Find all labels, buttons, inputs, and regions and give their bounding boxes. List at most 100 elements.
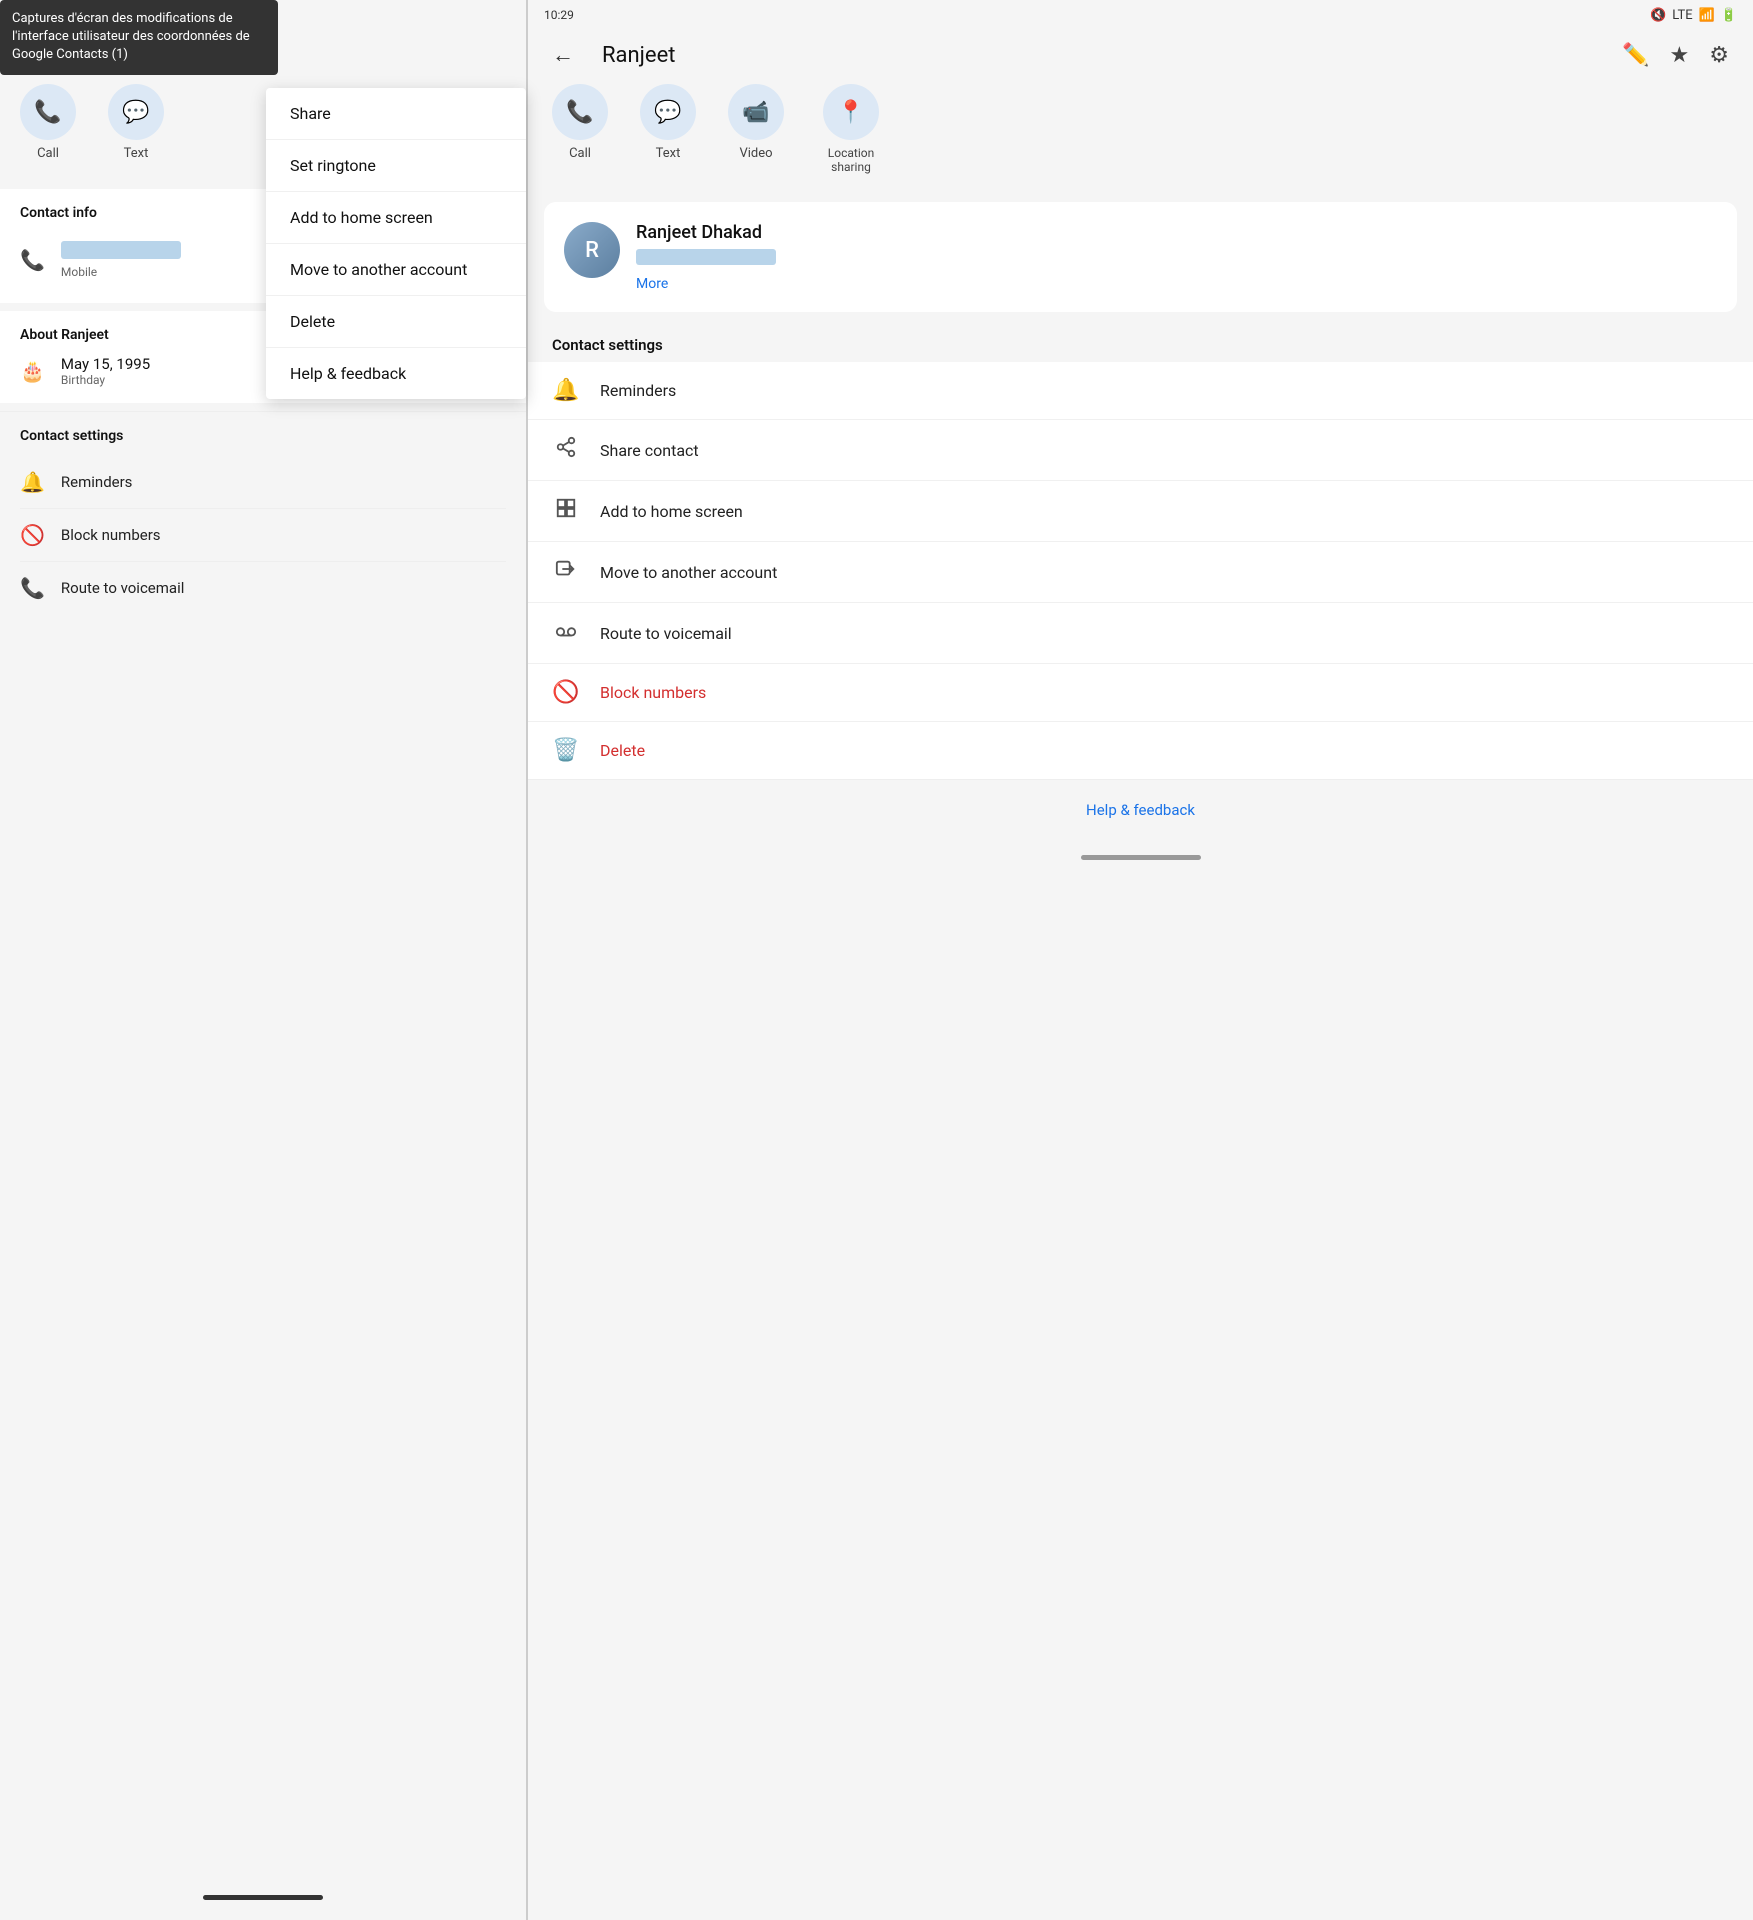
birthday-icon: 🎂 bbox=[20, 359, 45, 383]
nav-pill-left bbox=[203, 1895, 323, 1900]
left-panel: Captures d'écran des modifications de l'… bbox=[0, 0, 526, 1920]
edit-icon-right[interactable]: ✏️ bbox=[1622, 43, 1649, 68]
nav-bar-left bbox=[0, 1895, 526, 1900]
contact-header-right: ← Ranjeet ✏️ ★ ⚙ bbox=[528, 30, 1753, 84]
lte-label: LTE bbox=[1672, 8, 1692, 23]
call-button-left[interactable]: 📞 Call bbox=[20, 84, 76, 161]
tooltip-banner: Captures d'écran des modifications de l'… bbox=[0, 0, 278, 75]
contact-card-info: Ranjeet Dhakad More bbox=[636, 222, 1717, 292]
text-button-left[interactable]: 💬 Text bbox=[108, 84, 164, 161]
add-home-label-right: Add to home screen bbox=[600, 502, 743, 521]
help-feedback-link[interactable]: Help & feedback bbox=[1086, 801, 1195, 819]
header-left-right: ← Ranjeet bbox=[552, 42, 675, 68]
action-buttons-right: 📞 Call 💬 Text 📹 Video 📍 Location sharing bbox=[528, 84, 1753, 194]
signal-icon: 📶 bbox=[1699, 8, 1715, 23]
dropdown-menu: Share Set ringtone Add to home screen Mo… bbox=[266, 88, 526, 399]
status-time-right: 10:29 bbox=[544, 8, 574, 22]
status-icons-right: 🔇 LTE 📶 🔋 bbox=[1650, 8, 1737, 23]
settings-list-right: 🔔 Reminders Share contact Add to home sc… bbox=[528, 362, 1753, 779]
location-button-right[interactable]: 📍 Location sharing bbox=[816, 84, 886, 174]
phone-content: Mobile bbox=[61, 241, 181, 279]
tooltip-text: Captures d'écran des modifications de l'… bbox=[12, 11, 250, 62]
move-account-label-right: Move to another account bbox=[600, 563, 777, 582]
birthday-label: Birthday bbox=[61, 373, 150, 387]
settings-delete-right[interactable]: 🗑️ Delete bbox=[528, 722, 1753, 779]
block-icon-left: 🚫 bbox=[20, 523, 45, 547]
call-label-right: Call bbox=[569, 146, 591, 161]
back-button-right[interactable]: ← bbox=[552, 42, 574, 68]
settings-reminders-right[interactable]: 🔔 Reminders bbox=[528, 362, 1753, 420]
location-label-right: Location sharing bbox=[816, 146, 886, 174]
video-label-right: Video bbox=[739, 146, 772, 161]
phone-icon: 📞 bbox=[20, 248, 45, 272]
block-label-left: Block numbers bbox=[61, 526, 161, 544]
dropdown-help[interactable]: Help & feedback bbox=[266, 348, 526, 399]
star-icon-right[interactable]: ★ bbox=[1670, 43, 1690, 68]
settings-reminders-left[interactable]: 🔔 Reminders bbox=[20, 456, 506, 508]
battery-icon: 🔋 bbox=[1721, 8, 1737, 23]
mute-icon: 🔇 bbox=[1650, 8, 1666, 23]
call-label-left: Call bbox=[37, 146, 59, 161]
call-button-right[interactable]: 📞 Call bbox=[552, 84, 608, 174]
reminders-label-right: Reminders bbox=[600, 381, 676, 400]
settings-move-account-right[interactable]: Move to another account bbox=[528, 542, 1753, 603]
share-label-right: Share contact bbox=[600, 441, 699, 460]
contact-card-right: R Ranjeet Dhakad More bbox=[544, 202, 1737, 312]
voicemail-icon-right bbox=[552, 619, 580, 647]
more-link[interactable]: More bbox=[636, 276, 668, 292]
video-icon-right: 📹 bbox=[728, 84, 784, 140]
voicemail-label-right: Route to voicemail bbox=[600, 624, 732, 643]
birthday-content: May 15, 1995 Birthday bbox=[61, 355, 150, 387]
text-icon-left: 💬 bbox=[108, 84, 164, 140]
settings-voicemail-left[interactable]: 📞 Route to voicemail bbox=[20, 562, 506, 614]
text-label-right: Text bbox=[656, 146, 681, 161]
birthday-date: May 15, 1995 bbox=[61, 355, 150, 373]
call-icon-right: 📞 bbox=[552, 84, 608, 140]
move-account-icon-right bbox=[552, 558, 580, 586]
reminders-label-left: Reminders bbox=[61, 473, 133, 491]
contact-name-right: Ranjeet bbox=[602, 43, 675, 68]
settings-add-home-right[interactable]: Add to home screen bbox=[528, 481, 1753, 542]
status-bar-right: 10:29 🔇 LTE 📶 🔋 bbox=[528, 0, 1753, 30]
avatar-initials: R bbox=[585, 238, 599, 263]
call-icon-left: 📞 bbox=[20, 84, 76, 140]
block-icon-right: 🚫 bbox=[552, 680, 580, 705]
location-icon-right: 📍 bbox=[823, 84, 879, 140]
dropdown-delete[interactable]: Delete bbox=[266, 296, 526, 348]
dropdown-add-home[interactable]: Add to home screen bbox=[266, 192, 526, 244]
voicemail-label-left: Route to voicemail bbox=[61, 579, 184, 597]
contact-phone-blurred bbox=[636, 249, 776, 265]
settings-share-right[interactable]: Share contact bbox=[528, 420, 1753, 481]
dropdown-move-account[interactable]: Move to another account bbox=[266, 244, 526, 296]
avatar-right: R bbox=[564, 222, 620, 278]
header-icons-right: ✏️ ★ ⚙ bbox=[1622, 43, 1729, 68]
phone-blurred bbox=[61, 241, 181, 259]
settings-section-left: Contact settings 🔔 Reminders 🚫 Block num… bbox=[0, 412, 526, 630]
text-button-right[interactable]: 💬 Text bbox=[640, 84, 696, 174]
help-feedback-section: Help & feedback bbox=[528, 779, 1753, 839]
share-icon-right bbox=[552, 436, 580, 464]
reminders-icon-right: 🔔 bbox=[552, 378, 580, 403]
avatar-inner-right: R bbox=[564, 222, 620, 278]
settings-title-left: Contact settings bbox=[20, 428, 506, 444]
dropdown-share[interactable]: Share bbox=[266, 88, 526, 140]
dropdown-set-ringtone[interactable]: Set ringtone bbox=[266, 140, 526, 192]
right-panel: 10:29 🔇 LTE 📶 🔋 ← Ranjeet ✏️ ★ ⚙ 📞 Call … bbox=[526, 0, 1753, 1920]
text-icon-right: 💬 bbox=[640, 84, 696, 140]
video-button-right[interactable]: 📹 Video bbox=[728, 84, 784, 174]
settings-voicemail-right[interactable]: Route to voicemail bbox=[528, 603, 1753, 664]
settings-block-right[interactable]: 🚫 Block numbers bbox=[528, 664, 1753, 722]
block-label-right: Block numbers bbox=[600, 683, 706, 702]
phone-label: Mobile bbox=[61, 265, 181, 279]
nav-pill-right bbox=[1081, 855, 1201, 860]
contact-settings-title-right: Contact settings bbox=[528, 320, 1753, 362]
nav-bar-right bbox=[528, 839, 1753, 876]
voicemail-icon-left: 📞 bbox=[20, 576, 45, 600]
reminders-icon-left: 🔔 bbox=[20, 470, 45, 494]
delete-label-right: Delete bbox=[600, 741, 645, 760]
settings-block-left[interactable]: 🚫 Block numbers bbox=[20, 509, 506, 561]
gear-icon-right[interactable]: ⚙ bbox=[1709, 43, 1729, 68]
contact-full-name: Ranjeet Dhakad bbox=[636, 222, 1717, 243]
add-home-icon-right bbox=[552, 497, 580, 525]
text-label-left: Text bbox=[124, 146, 149, 161]
